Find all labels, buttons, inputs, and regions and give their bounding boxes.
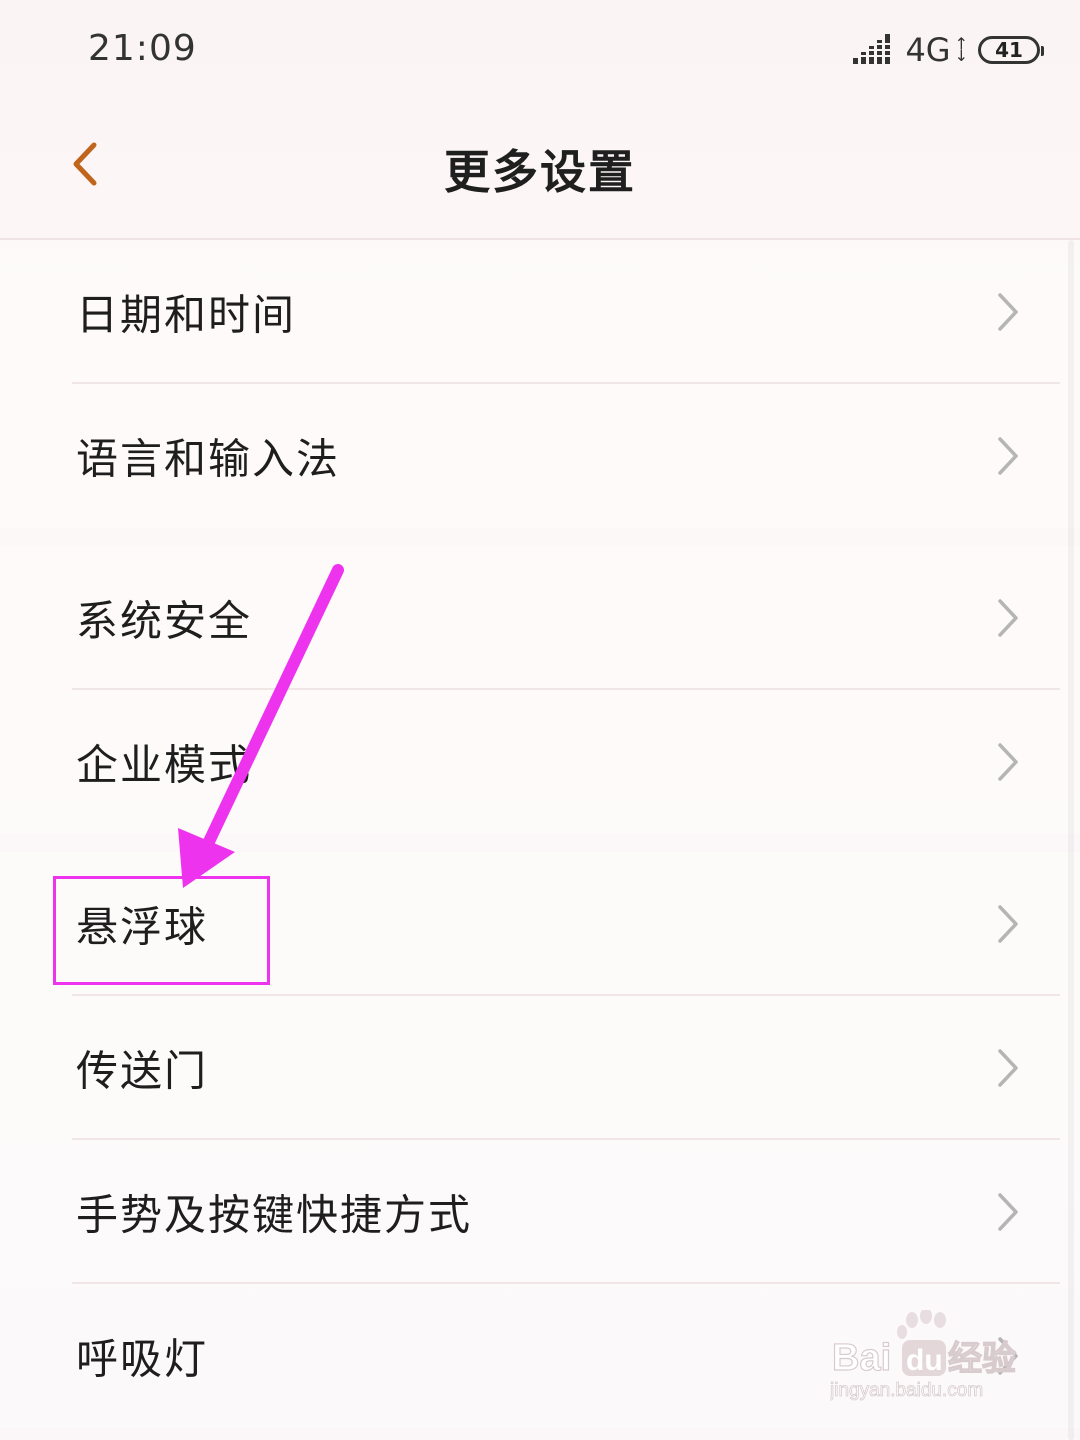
item-label: 日期和时间: [76, 290, 297, 340]
battery-level: 41: [995, 38, 1023, 62]
battery-icon: 41: [978, 36, 1044, 64]
chevron-right-icon: [998, 1193, 1018, 1231]
item-label: 企业模式: [76, 740, 253, 790]
settings-item-breathing-light[interactable]: 呼吸灯: [0, 1284, 1080, 1428]
settings-group-general: 日期和时间 语言和输入法: [0, 240, 1080, 528]
item-label: 手势及按键快捷方式: [76, 1190, 473, 1240]
status-indicators: 4G ↑ ↓ 41: [853, 30, 1044, 70]
status-bar: 21:09 4G ↑ ↓ 41: [0, 0, 1080, 100]
chevron-right-icon: [998, 1049, 1018, 1087]
scrollbar[interactable]: [1068, 240, 1074, 1440]
signal-icon: [853, 34, 891, 64]
battery-nub: [1041, 46, 1044, 56]
settings-group-shortcuts: 悬浮球 传送门 手势及按键快捷方式 呼吸灯: [0, 852, 1080, 1428]
item-label: 传送门: [76, 1046, 209, 1096]
chevron-right-icon: [998, 293, 1018, 331]
item-label: 悬浮球: [76, 902, 209, 952]
header: 更多设置: [0, 100, 1080, 238]
settings-item-enterprise-mode[interactable]: 企业模式: [0, 690, 1080, 834]
settings-item-language-input[interactable]: 语言和输入法: [0, 384, 1080, 528]
chevron-right-icon: [998, 1337, 1018, 1375]
status-time: 21:09: [88, 28, 197, 69]
chevron-right-icon: [998, 905, 1018, 943]
settings-list: 日期和时间 语言和输入法 系统安全 企业模式 悬浮球 传送门 手势及按键快捷方式…: [0, 238, 1080, 1428]
page-title: 更多设置: [444, 145, 636, 199]
network-type-label: 4G: [905, 31, 951, 69]
settings-item-date-time[interactable]: 日期和时间: [0, 240, 1080, 384]
item-label: 语言和输入法: [76, 434, 341, 484]
settings-item-floating-ball[interactable]: 悬浮球: [0, 852, 1080, 996]
settings-group-security: 系统安全 企业模式: [0, 546, 1080, 834]
settings-item-portal[interactable]: 传送门: [0, 996, 1080, 1140]
chevron-right-icon: [998, 437, 1018, 475]
chevron-right-icon: [998, 743, 1018, 781]
settings-item-system-security[interactable]: 系统安全: [0, 546, 1080, 690]
item-label: 呼吸灯: [76, 1334, 209, 1384]
chevron-right-icon: [998, 599, 1018, 637]
data-transfer-icon: ↑ ↓: [954, 34, 968, 65]
settings-item-gestures-shortcuts[interactable]: 手势及按键快捷方式: [0, 1140, 1080, 1284]
item-label: 系统安全: [76, 596, 253, 646]
